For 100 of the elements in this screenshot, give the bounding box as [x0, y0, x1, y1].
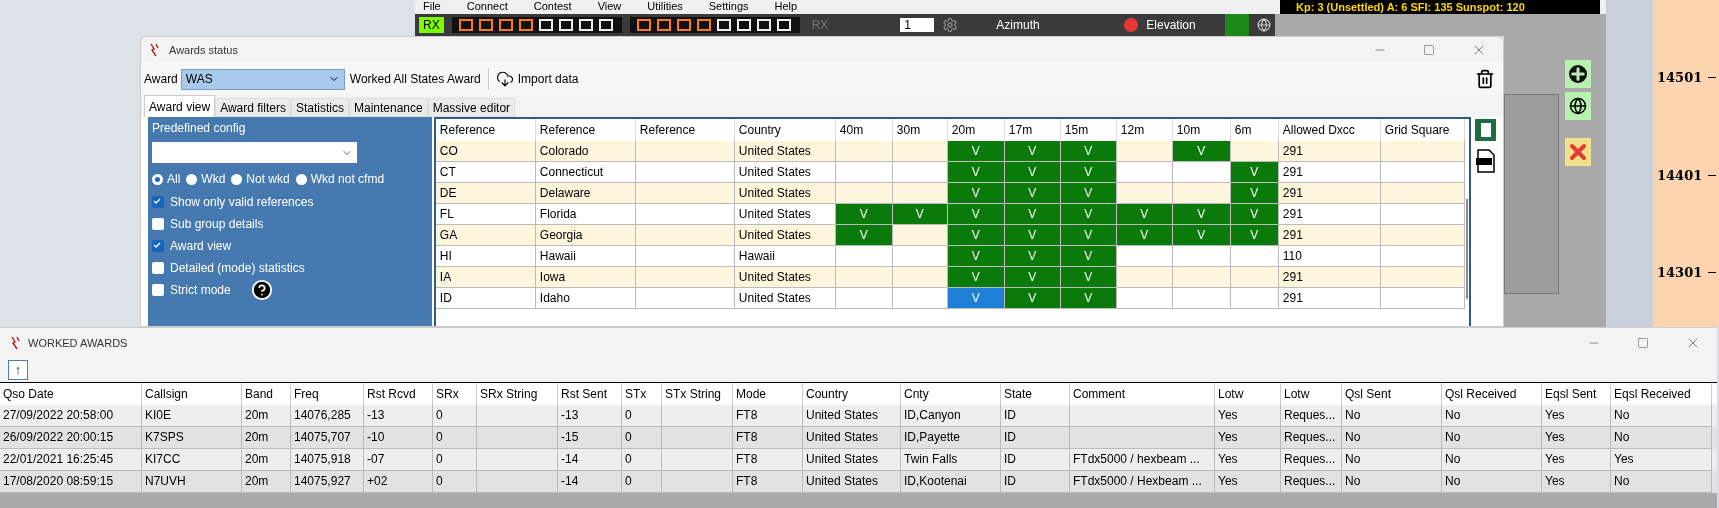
band-cell[interactable]: V [1172, 141, 1231, 162]
band-cell[interactable]: V [1004, 141, 1061, 162]
band-cell[interactable]: V [947, 162, 1005, 183]
menu-item[interactable]: Connect [466, 0, 508, 14]
help-icon[interactable] [250, 278, 273, 301]
menu-item[interactable]: Help [774, 0, 798, 14]
band-cell[interactable]: V [892, 204, 948, 225]
predefined-config-select[interactable] [152, 142, 357, 163]
band-cell[interactable]: V [1004, 183, 1061, 204]
band-cell[interactable] [1116, 246, 1173, 267]
band-cell[interactable] [892, 246, 948, 267]
up-button[interactable]: ↑ [8, 360, 28, 380]
tab[interactable]: Maintenance [348, 98, 428, 117]
band-cell[interactable]: V [1060, 204, 1117, 225]
checkbox[interactable] [152, 217, 164, 230]
checkbox[interactable] [152, 261, 164, 274]
scrollbar[interactable] [1465, 199, 1468, 299]
band-cell[interactable]: V [1172, 225, 1231, 246]
band-cell[interactable] [835, 141, 893, 162]
band-cell[interactable]: V [1004, 225, 1061, 246]
trash-icon[interactable] [1475, 69, 1495, 89]
band-cell[interactable] [1230, 267, 1279, 288]
band-cell[interactable]: V [1116, 204, 1173, 225]
maximize-icon[interactable] [1423, 44, 1435, 56]
band-cell[interactable] [892, 225, 948, 246]
band-cell[interactable] [1230, 141, 1279, 162]
delete-button[interactable] [1565, 138, 1591, 166]
radio-button[interactable] [152, 173, 163, 185]
band-cell[interactable]: V [1230, 162, 1279, 183]
band-cell[interactable] [1172, 288, 1231, 309]
band-cell[interactable]: V [1230, 183, 1279, 204]
band-cell[interactable] [835, 162, 893, 183]
band-cell[interactable] [892, 141, 948, 162]
band-cell[interactable]: V [1060, 288, 1117, 309]
radio-button[interactable] [186, 173, 198, 185]
file-icon[interactable] [1475, 149, 1496, 173]
band-cell[interactable] [1116, 183, 1173, 204]
maximize-icon[interactable] [1637, 337, 1649, 349]
settings-icon[interactable] [942, 17, 959, 33]
band-cell[interactable] [1172, 162, 1231, 183]
add-button[interactable] [1565, 60, 1591, 88]
checkbox[interactable] [152, 195, 164, 208]
band-cell[interactable]: V [1172, 204, 1231, 225]
stop-icon[interactable] [1124, 18, 1139, 32]
spinner-field[interactable]: 1 [900, 18, 935, 32]
band-cell[interactable]: V [1060, 183, 1117, 204]
globe-icon[interactable] [1257, 18, 1271, 32]
band-cell[interactable] [835, 288, 893, 309]
toolbar-button[interactable] [1225, 14, 1249, 36]
band-cell[interactable] [1116, 162, 1173, 183]
menu-item[interactable]: File [423, 0, 441, 14]
band-cell[interactable] [892, 288, 948, 309]
band-cell[interactable] [1116, 141, 1173, 162]
band-cell[interactable]: V [947, 183, 1005, 204]
spreadsheet-icon[interactable] [1475, 119, 1496, 141]
menu-item[interactable]: View [597, 0, 622, 14]
band-cell[interactable] [1172, 183, 1231, 204]
band-cell[interactable] [1116, 288, 1173, 309]
band-cell[interactable] [892, 267, 948, 288]
tab[interactable]: Award view [144, 95, 216, 117]
band-cell[interactable]: V [1060, 162, 1117, 183]
band-cell[interactable]: V [1004, 204, 1061, 225]
award-combobox[interactable]: WAS [180, 68, 345, 90]
band-cell[interactable]: V [835, 225, 893, 246]
band-cell[interactable]: V [835, 204, 893, 225]
checkbox[interactable] [152, 239, 164, 252]
band-cell[interactable] [1230, 246, 1279, 267]
band-cell[interactable]: V [947, 225, 1005, 246]
band-cell[interactable]: V [1060, 225, 1117, 246]
band-cell[interactable]: V [947, 246, 1005, 267]
band-cell[interactable] [892, 183, 948, 204]
band-cell[interactable]: V [947, 141, 1005, 162]
band-cell[interactable]: V [1230, 225, 1279, 246]
band-cell[interactable]: V [1060, 141, 1117, 162]
band-cell[interactable]: V [1060, 246, 1117, 267]
band-cell[interactable]: V [947, 204, 1005, 225]
band-cell[interactable] [1116, 267, 1173, 288]
band-cell[interactable]: V [1060, 267, 1117, 288]
band-cell[interactable] [835, 183, 893, 204]
band-cell[interactable]: V [947, 288, 1005, 309]
band-cell[interactable]: V [1230, 204, 1279, 225]
tab[interactable]: Massive editor [427, 98, 516, 117]
band-cell[interactable]: V [1004, 288, 1061, 309]
band-cell[interactable]: V [1116, 225, 1173, 246]
band-cell[interactable] [835, 267, 893, 288]
band-cell[interactable]: V [1004, 267, 1061, 288]
import-button[interactable]: Import data [495, 70, 579, 88]
band-cell[interactable]: V [1004, 246, 1061, 267]
band-cell[interactable] [1172, 267, 1231, 288]
menu-item[interactable]: Utilities [647, 0, 683, 14]
band-cell[interactable] [835, 246, 893, 267]
band-cell[interactable]: V [947, 267, 1005, 288]
tab[interactable]: Award filters [215, 98, 291, 117]
checkbox[interactable] [152, 283, 164, 296]
band-cell[interactable] [1172, 246, 1231, 267]
tab[interactable]: Statistics [290, 98, 349, 117]
band-cell[interactable] [892, 162, 948, 183]
radio-button[interactable] [231, 173, 243, 185]
band-cell[interactable]: V [1004, 162, 1061, 183]
radio-button[interactable] [295, 173, 307, 185]
